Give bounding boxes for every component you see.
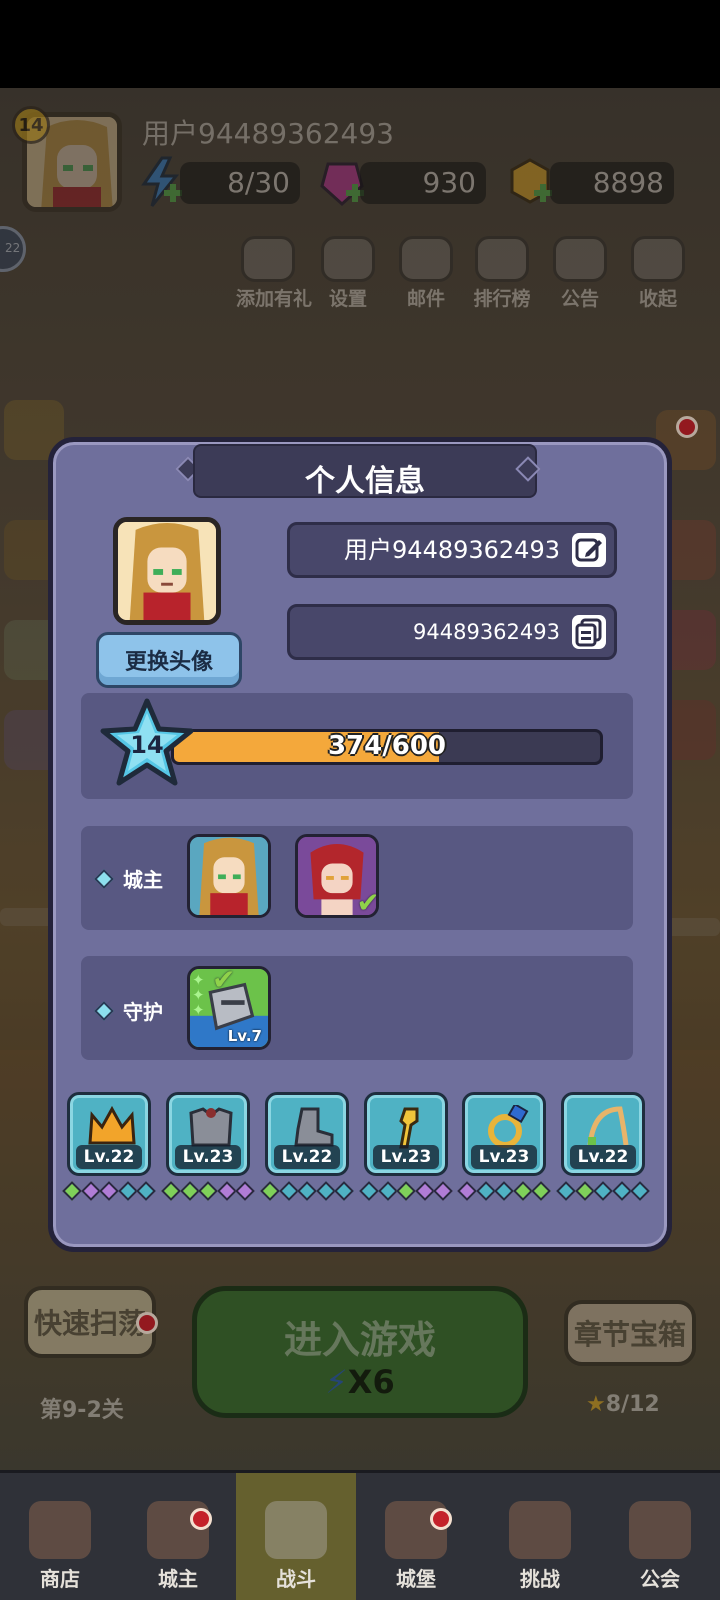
lord-character-slot[interactable] <box>187 834 271 918</box>
ring-icon <box>488 1105 529 1148</box>
level-number: 14 <box>130 731 164 759</box>
guard-slot[interactable]: ✔ ✦ ✦ ✦ Lv.7 <box>187 966 271 1050</box>
hero-portrait-icon <box>190 837 268 915</box>
equip-slot-bow[interactable]: Lv.22 <box>561 1092 645 1176</box>
guard-label: 守护 <box>123 1000 163 1024</box>
equip-pips <box>359 1181 453 1201</box>
nav-challenge[interactable]: 挑战 <box>480 1473 600 1600</box>
status-bar <box>0 0 720 88</box>
bottom-nav: 商店 城主 战斗 城堡 挑战 公会 <box>0 1470 720 1600</box>
equip-slot-ring[interactable]: Lv.23 <box>462 1092 546 1176</box>
sparkle-icon: ✦ ✦ ✦ <box>192 971 205 1019</box>
equip-slot-boots[interactable]: Lv.22 <box>265 1092 349 1176</box>
hero-portrait-icon <box>118 522 216 620</box>
equip-pips <box>556 1181 650 1201</box>
notification-dot <box>190 1508 212 1530</box>
equip-slot-staff[interactable]: Lv.23 <box>364 1092 448 1176</box>
nav-battle[interactable]: 战斗 <box>236 1473 356 1600</box>
boot-icon <box>294 1107 334 1147</box>
lord-panel: 城主 ✔ <box>81 826 633 930</box>
guard-panel: 守护 ✔ ✦ ✦ ✦ Lv.7 <box>81 956 633 1060</box>
crossed-swords-icon <box>265 1501 327 1559</box>
nav-shop[interactable]: 商店 <box>0 1473 120 1600</box>
helmet-icon <box>509 1501 571 1559</box>
xp-text: 374/600 <box>327 731 447 761</box>
nav-lord[interactable]: 城主 <box>118 1473 238 1600</box>
notification-dot <box>430 1508 452 1530</box>
equip-pips <box>260 1181 354 1201</box>
edit-icon[interactable] <box>572 533 606 567</box>
selected-check-icon: ✔ <box>356 886 379 918</box>
equip-pips <box>457 1181 551 1201</box>
lord-label: 城主 <box>123 868 163 892</box>
user-id-field: 94489362493 <box>287 604 617 660</box>
bow-icon <box>587 1106 629 1146</box>
equip-slot-crown[interactable]: Lv.22 <box>67 1092 151 1176</box>
staff-icon <box>399 1107 419 1149</box>
selected-check-icon: ✔ <box>212 966 236 996</box>
level-panel: 374/600 14 <box>81 693 633 799</box>
banner-icon <box>629 1501 691 1559</box>
modal-title: 个人信息 <box>305 464 425 499</box>
diamond-bullet-icon <box>94 869 114 889</box>
shop-icon <box>29 1501 91 1559</box>
lord-character-slot[interactable]: ✔ <box>295 834 379 918</box>
diamond-bullet-icon <box>94 1001 114 1021</box>
profile-avatar <box>113 517 221 625</box>
copy-icon[interactable] <box>572 615 606 649</box>
armor-icon <box>189 1107 233 1147</box>
nav-guild[interactable]: 公会 <box>600 1473 720 1600</box>
equip-slot-armor[interactable]: Lv.23 <box>166 1092 250 1176</box>
guard-level: Lv.7 <box>227 1027 262 1045</box>
equip-pips <box>161 1181 255 1201</box>
username-field[interactable]: 用户94489362493 <box>287 522 617 578</box>
crown-icon <box>88 1105 136 1145</box>
nav-castle[interactable]: 城堡 <box>356 1473 476 1600</box>
profile-modal: 个人信息 更换头像 用户94489362493 94489362493 374/… <box>48 437 672 1252</box>
change-avatar-button[interactable]: 更换头像 <box>96 632 242 688</box>
equip-pips <box>62 1181 156 1201</box>
modal-title-bar: 个人信息 <box>193 444 537 499</box>
